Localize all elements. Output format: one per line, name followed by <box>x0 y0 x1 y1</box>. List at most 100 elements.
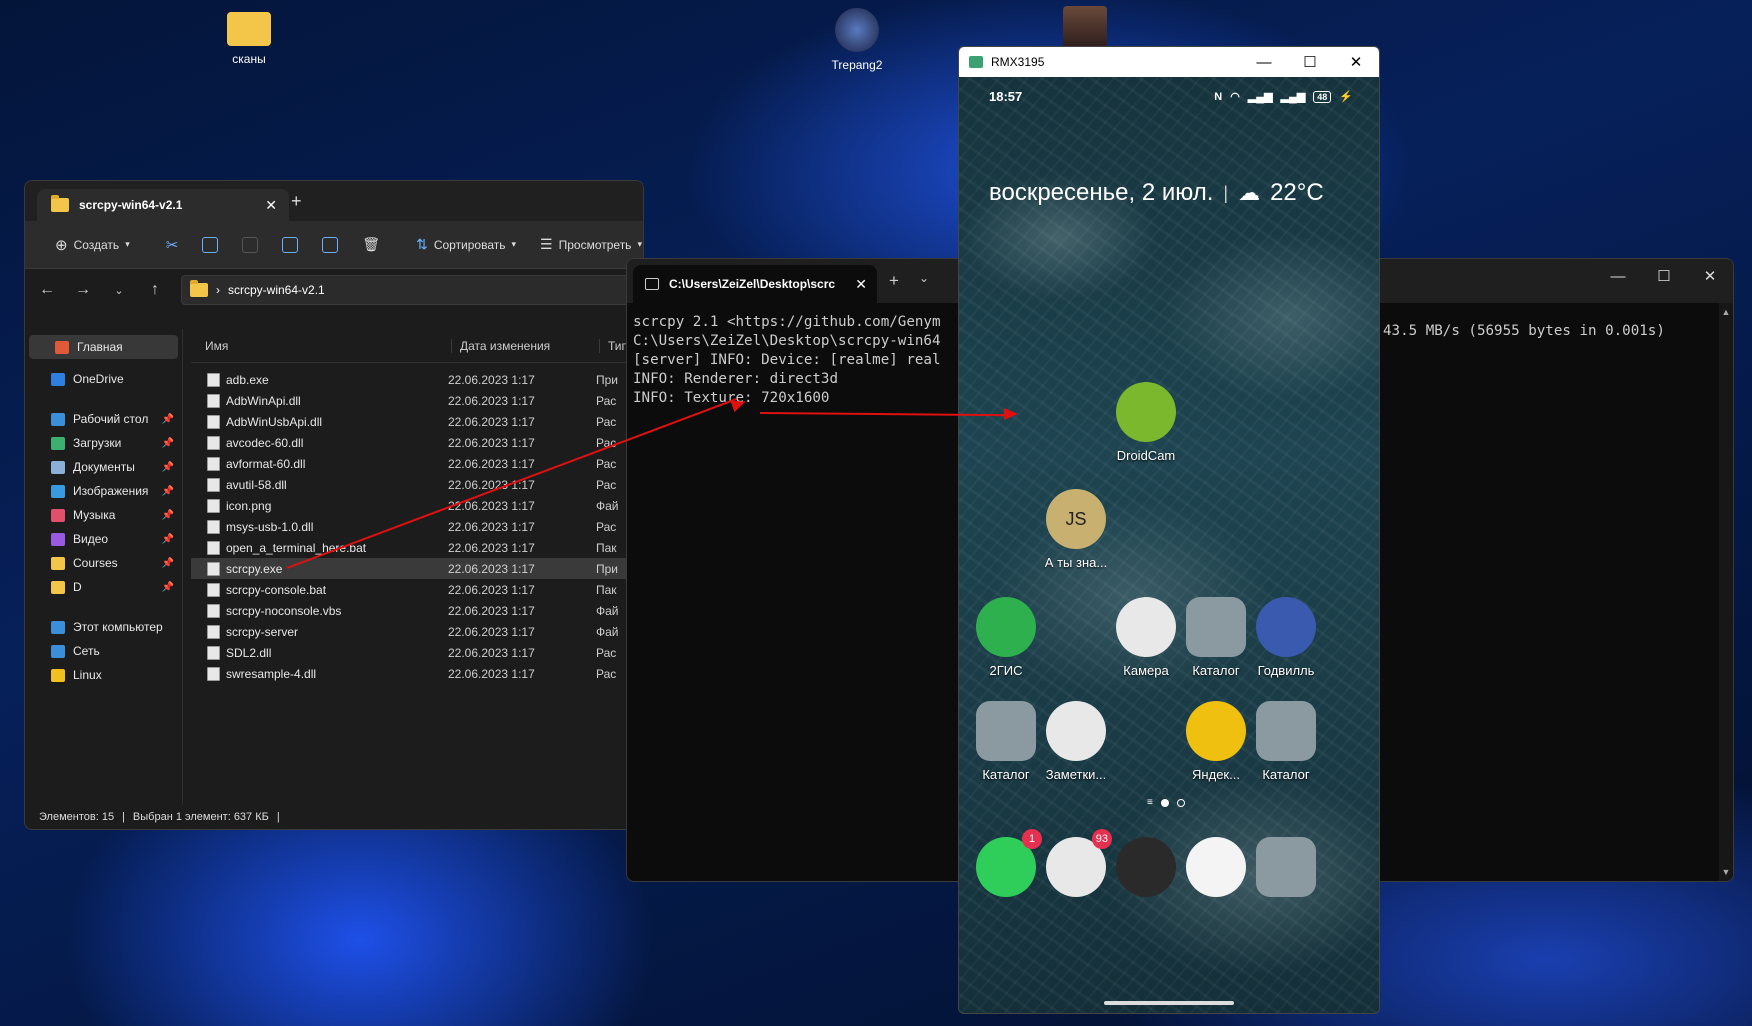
pin-icon[interactable]: 📌 <box>162 486 174 497</box>
file-row[interactable]: scrcpy-server 22.06.2023 1:17 Фай <box>191 621 643 642</box>
file-row[interactable]: avutil-58.dll 22.06.2023 1:17 Рас <box>191 474 643 495</box>
file-row[interactable]: scrcpy-console.bat 22.06.2023 1:17 Пак <box>191 579 643 600</box>
sidebar-item-icon <box>51 508 65 522</box>
desktop-icon-scans[interactable]: сканы <box>204 8 294 66</box>
minimize-icon[interactable]: — <box>1595 259 1641 293</box>
file-row[interactable]: scrcpy-noconsole.vbs 22.06.2023 1:17 Фай <box>191 600 643 621</box>
pin-icon[interactable]: 📌 <box>162 558 174 569</box>
app-icon-3[interactable]: 2ГИС <box>966 597 1046 678</box>
up-arrow-icon[interactable]: ↑ <box>145 281 165 299</box>
file-icon <box>207 582 220 597</box>
scroll-down-icon[interactable]: ▼ <box>1719 867 1733 877</box>
file-row[interactable]: avformat-60.dll 22.06.2023 1:17 Рас <box>191 453 643 474</box>
sidebar-item-icon <box>51 556 65 570</box>
create-button[interactable]: ⊕ Создать ▾ <box>43 229 142 261</box>
view-button[interactable]: ☰ Просмотреть ▾ <box>528 229 643 261</box>
address-input[interactable]: › scrcpy-win64-v2.1 <box>181 275 643 305</box>
explorer-tab[interactable]: scrcpy-win64-v2.1 ✕ <box>37 189 289 221</box>
app-icon-4[interactable]: Камера <box>1106 597 1186 678</box>
maximize-icon[interactable]: ☐ <box>1287 47 1333 79</box>
file-name: scrcpy-noconsole.vbs <box>226 603 342 618</box>
recent-chevron-icon[interactable]: ⌄ <box>109 284 129 297</box>
file-row[interactable]: open_a_terminal_here.bat 22.06.2023 1:17 П… <box>191 537 643 558</box>
phone-screen[interactable]: 18:57 N ◠ ▂▄▆ ▂▄▆ 48 ⚡ воскресенье, 2 ию… <box>959 77 1379 1013</box>
app-label: 2ГИС <box>989 663 1023 678</box>
sidebar-item[interactable]: Courses 📌 <box>25 551 182 575</box>
dock-messages[interactable]: 93 <box>1036 829 1116 903</box>
terminal-tab[interactable]: C:\Users\ZeiZel\Desktop\scrc ✕ <box>633 265 877 303</box>
tab-dropdown-icon[interactable]: ⌄ <box>919 271 929 285</box>
close-icon[interactable]: ✕ <box>1687 259 1733 293</box>
file-icon <box>207 624 220 639</box>
sidebar-item-label: Музыка <box>73 508 116 522</box>
app-icon-5[interactable]: Каталог <box>1176 597 1256 678</box>
forward-arrow-icon[interactable]: → <box>73 281 93 299</box>
app-icon-9[interactable]: Яндек... <box>1176 701 1256 782</box>
terminal-scrollbar[interactable]: ▲ ▼ <box>1719 303 1733 881</box>
close-tab-icon[interactable]: ✕ <box>265 197 277 214</box>
dock-camera-app[interactable] <box>1106 837 1186 903</box>
page-indicator[interactable]: ≡ <box>1147 797 1185 808</box>
sidebar-item[interactable]: Главная <box>29 335 178 359</box>
sidebar-item[interactable]: Этот компьютер <box>25 615 182 639</box>
pin-icon[interactable]: 📌 <box>162 582 174 593</box>
dock-folder[interactable] <box>1246 837 1326 903</box>
sidebar-item[interactable]: Видео 📌 <box>25 527 182 551</box>
sidebar-item[interactable]: D 📌 <box>25 575 182 599</box>
sidebar-item[interactable]: Изображения 📌 <box>25 479 182 503</box>
close-icon[interactable]: ✕ <box>1333 47 1379 79</box>
sidebar-item[interactable]: Сеть <box>25 639 182 663</box>
file-row[interactable]: SDL2.dll 22.06.2023 1:17 Рас <box>191 642 643 663</box>
pin-icon[interactable]: 📌 <box>162 462 174 473</box>
file-row[interactable]: avcodec-60.dll 22.06.2023 1:17 Рас <box>191 432 643 453</box>
close-tab-icon[interactable]: ✕ <box>855 276 867 293</box>
scroll-up-icon[interactable]: ▲ <box>1719 307 1733 317</box>
paste-button[interactable] <box>230 229 270 261</box>
new-tab-icon[interactable]: + <box>291 191 302 212</box>
status-divider: | <box>276 811 280 823</box>
app-icon-6[interactable]: Годвилль <box>1246 597 1326 678</box>
sort-button[interactable]: ⇅ Сортировать ▾ <box>404 229 528 261</box>
pin-icon[interactable]: 📌 <box>162 414 174 425</box>
column-header-name[interactable]: Имя <box>191 339 451 353</box>
file-icon <box>207 561 220 576</box>
file-row[interactable]: AdbWinApi.dll 22.06.2023 1:17 Рас <box>191 390 643 411</box>
sidebar-item[interactable]: Linux <box>25 663 182 687</box>
pin-icon[interactable]: 📌 <box>162 438 174 449</box>
column-header-date[interactable]: Дата изменения <box>451 338 599 353</box>
rename-button[interactable] <box>270 229 310 261</box>
back-arrow-icon[interactable]: ← <box>37 281 57 299</box>
share-button[interactable] <box>310 229 350 261</box>
sidebar-item[interactable]: Загрузки 📌 <box>25 431 182 455</box>
date-weather-widget[interactable]: воскресенье, 2 июл. | ☁ 22°C <box>989 179 1324 207</box>
app-icon-10[interactable]: Каталог <box>1246 701 1326 782</box>
file-row[interactable]: AdbWinUsbApi.dll 22.06.2023 1:17 Рас <box>191 411 643 432</box>
file-row[interactable]: icon.png 22.06.2023 1:17 Фай <box>191 495 643 516</box>
maximize-icon[interactable]: ☐ <box>1641 259 1687 293</box>
app-icon-2[interactable]: JS А ты зна... <box>1036 489 1116 570</box>
file-row[interactable]: adb.exe 22.06.2023 1:17 При <box>191 369 643 390</box>
minimize-icon[interactable]: — <box>1241 47 1287 79</box>
file-row[interactable]: scrcpy.exe 22.06.2023 1:17 При <box>191 558 635 579</box>
sidebar-item-icon <box>51 372 65 386</box>
desktop-icon-trepang2[interactable]: Trepang2 <box>812 8 902 72</box>
column-header-type[interactable]: Тип <box>599 338 628 353</box>
home-indicator[interactable] <box>1104 1001 1234 1005</box>
pin-icon[interactable]: 📌 <box>162 510 174 521</box>
app-icon-8[interactable]: Заметки... <box>1036 701 1116 782</box>
file-row[interactable]: swresample-4.dll 22.06.2023 1:17 Рас <box>191 663 643 684</box>
new-tab-icon[interactable]: + <box>889 271 899 291</box>
app-label: Каталог <box>982 767 1030 782</box>
pin-icon[interactable]: 📌 <box>162 534 174 545</box>
sidebar-item[interactable]: Музыка 📌 <box>25 503 182 527</box>
app-icon-7[interactable]: Каталог <box>966 701 1046 782</box>
dock-opera[interactable] <box>1176 837 1256 903</box>
sidebar-item[interactable]: OneDrive <box>25 367 182 391</box>
sidebar-item[interactable]: Рабочий стол 📌 <box>25 407 182 431</box>
dock-phone[interactable]: 1 <box>966 829 1046 903</box>
app-icon-1[interactable]: DroidCam <box>1106 382 1186 463</box>
delete-button[interactable]: 🗑 <box>350 229 392 261</box>
sidebar-item[interactable]: Документы 📌 <box>25 455 182 479</box>
copy-button[interactable] <box>190 229 230 261</box>
cut-button[interactable]: ✂ <box>154 229 191 261</box>
